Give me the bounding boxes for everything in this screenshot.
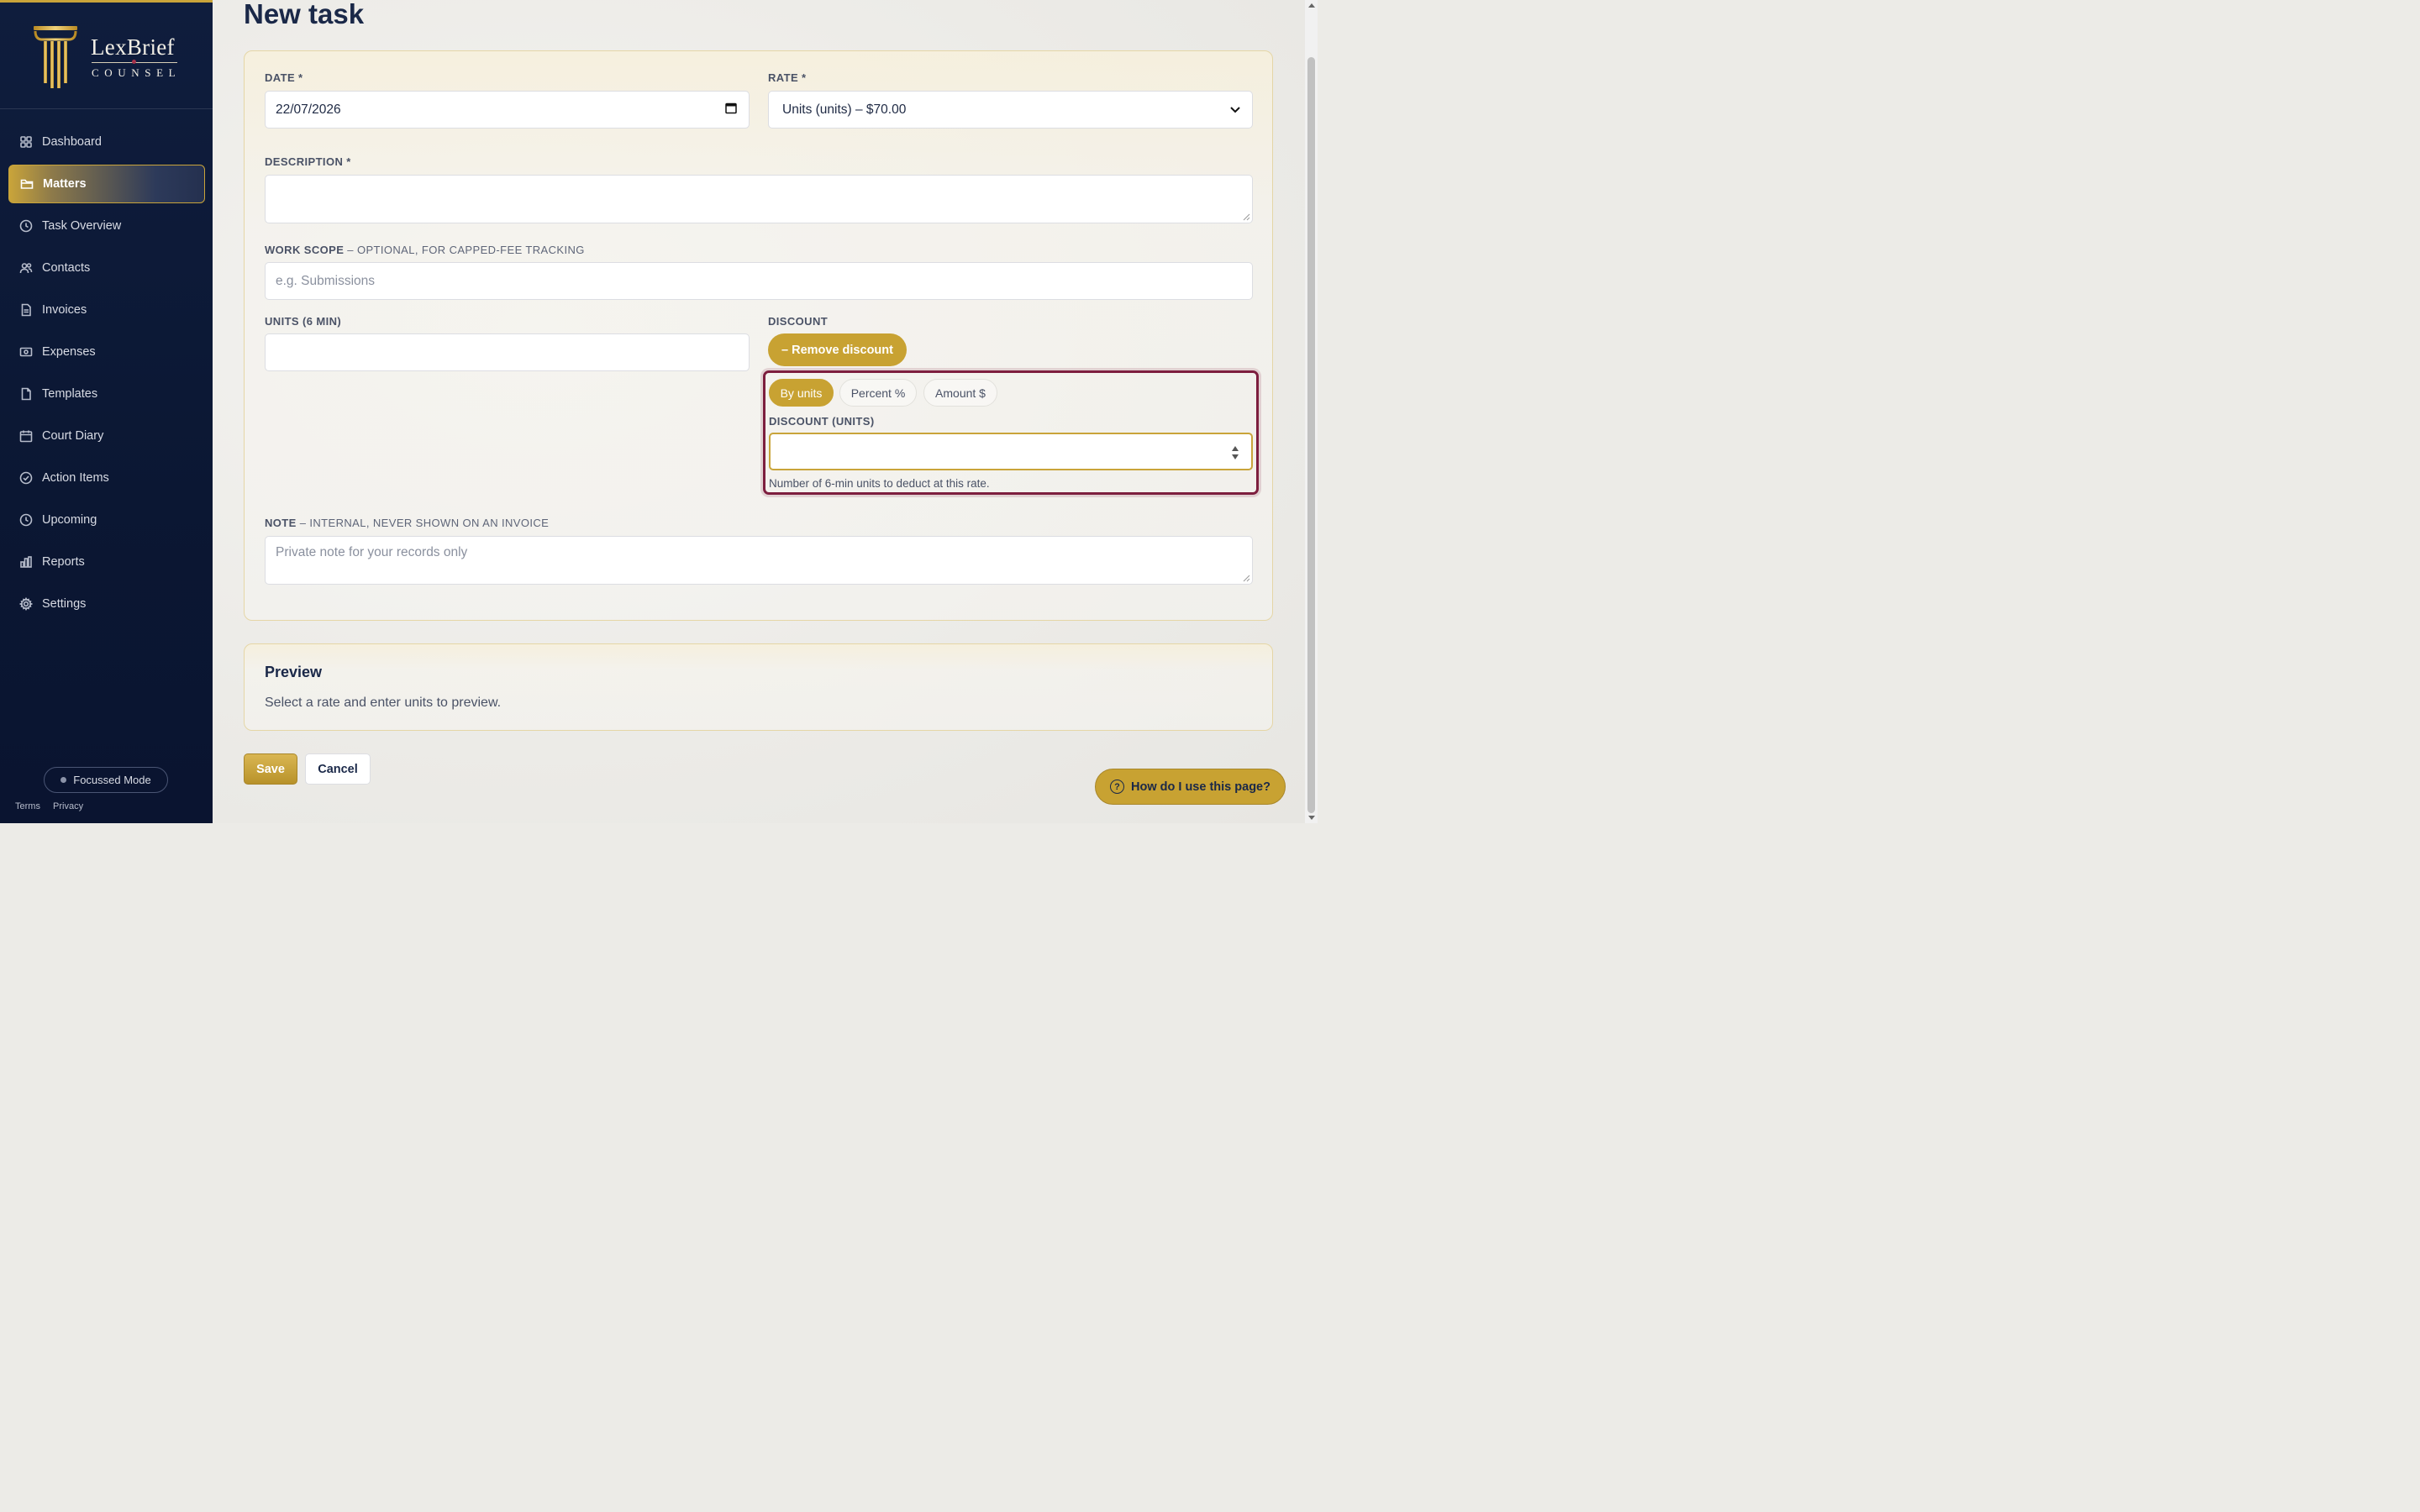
brand-subtitle: COUNSEL (92, 66, 182, 79)
brand[interactable]: LexBrief COUNSEL (0, 3, 213, 109)
pillar-logo-icon (34, 26, 77, 88)
sidebar-item-label: Task Overview (42, 219, 122, 233)
resize-handle-icon[interactable] (1243, 213, 1250, 221)
sidebar-item-settings[interactable]: Settings (8, 585, 205, 623)
sidebar-item-label: Court Diary (42, 429, 104, 443)
folder-icon (20, 177, 34, 191)
sidebar-item-templates[interactable]: Templates (8, 375, 205, 413)
save-button[interactable]: Save (244, 753, 297, 785)
sidebar-item-task-overview[interactable]: Task Overview (8, 207, 205, 245)
note-label-text: NOTE (265, 517, 297, 529)
calendar-icon (19, 429, 33, 443)
discount-help-text: Number of 6-min units to deduct at this … (769, 477, 990, 490)
remove-discount-button[interactable]: – Remove discount (768, 333, 907, 366)
clock-icon (19, 219, 33, 233)
bar-chart-icon (19, 555, 33, 569)
work-scope-placeholder: e.g. Submissions (276, 273, 376, 288)
scrollbar-thumb[interactable] (1307, 57, 1315, 813)
sidebar-item-label: Reports (42, 555, 85, 569)
chevron-down-icon (1230, 102, 1240, 118)
date-value: 22/07/2026 (276, 102, 341, 117)
work-scope-label-text: WORK SCOPE (265, 244, 345, 256)
page-title: New task (244, 0, 365, 29)
sidebar-item-court-diary[interactable]: Court Diary (8, 417, 205, 455)
preview-text: Select a rate and enter units to preview… (265, 696, 502, 710)
file-icon (19, 387, 33, 401)
date-input[interactable]: 22/07/2026 (265, 91, 750, 129)
sidebar-item-label: Matters (43, 177, 87, 191)
sidebar: LexBrief COUNSEL Dashboard Matters Task … (0, 0, 213, 823)
sidebar-nav: Dashboard Matters Task Overview Contacts… (8, 123, 205, 627)
sidebar-item-label: Dashboard (42, 135, 102, 149)
sidebar-item-label: Contacts (42, 261, 91, 275)
sidebar-item-expenses[interactable]: Expenses (8, 333, 205, 371)
sidebar-item-dashboard[interactable]: Dashboard (8, 123, 205, 161)
scroll-down-icon[interactable] (1308, 816, 1315, 820)
sidebar-item-upcoming[interactable]: Upcoming (8, 501, 205, 539)
focus-mode-button[interactable]: Focussed Mode (44, 767, 168, 793)
sidebar-item-reports[interactable]: Reports (8, 543, 205, 581)
note-placeholder: Private note for your records only (276, 545, 468, 559)
sidebar-item-label: Settings (42, 597, 87, 611)
main-content: New task DATE * 22/07/2026 RATE * Units … (213, 0, 1305, 823)
resize-handle-icon[interactable] (1243, 575, 1250, 582)
app: LexBrief COUNSEL Dashboard Matters Task … (0, 0, 1318, 823)
description-textarea[interactable] (265, 175, 1253, 223)
task-form-card: DATE * 22/07/2026 RATE * Units (units) –… (244, 50, 1273, 621)
discount-units-label: DISCOUNT (UNITS) (769, 415, 875, 428)
spinner-icon[interactable] (1231, 444, 1239, 461)
note-optional: – INTERNAL, NEVER SHOWN ON AN INVOICE (296, 517, 550, 529)
discount-mode-amount[interactable]: Amount $ (923, 379, 997, 407)
focus-mode-label: Focussed Mode (73, 774, 151, 786)
units-input[interactable] (265, 333, 750, 371)
users-icon (19, 261, 33, 275)
clock-icon (19, 513, 33, 527)
sidebar-item-label: Upcoming (42, 513, 97, 527)
footer-links: Terms Privacy (15, 801, 93, 811)
sidebar-item-label: Invoices (42, 303, 87, 317)
note-label: NOTE – INTERNAL, NEVER SHOWN ON AN INVOI… (265, 517, 549, 529)
discount-panel: By units Percent % Amount $ DISCOUNT (UN… (763, 370, 1259, 495)
rate-value: Units (units) – $70.00 (782, 102, 907, 117)
question-icon: ? (1110, 780, 1125, 794)
rate-select[interactable]: Units (units) – $70.00 (768, 91, 1253, 129)
discount-mode-percent[interactable]: Percent % (839, 379, 917, 407)
work-scope-optional: – OPTIONAL, FOR CAPPED-FEE TRACKING (344, 244, 585, 256)
sidebar-item-invoices[interactable]: Invoices (8, 291, 205, 329)
sidebar-item-contacts[interactable]: Contacts (8, 249, 205, 287)
discount-label: DISCOUNT (768, 315, 829, 328)
brand-dot (132, 60, 136, 64)
rate-label: RATE * (768, 71, 807, 84)
status-dot-icon (60, 777, 67, 783)
privacy-link[interactable]: Privacy (53, 801, 83, 811)
gear-icon (19, 597, 33, 611)
check-circle-icon (19, 471, 33, 485)
banknote-icon (19, 345, 33, 359)
sidebar-item-label: Templates (42, 387, 98, 401)
sidebar-item-label: Action Items (42, 471, 109, 485)
preview-title: Preview (265, 664, 323, 680)
brand-name: LexBrief (91, 34, 175, 60)
document-icon (19, 303, 33, 317)
calendar-icon[interactable] (725, 102, 737, 118)
preview-card: Preview Select a rate and enter units to… (244, 643, 1273, 731)
scrollbar[interactable] (1305, 0, 1318, 823)
work-scope-input[interactable]: e.g. Submissions (265, 262, 1253, 300)
cancel-button[interactable]: Cancel (305, 753, 371, 785)
date-label: DATE * (265, 71, 303, 84)
discount-units-input[interactable] (769, 433, 1253, 470)
scroll-up-icon[interactable] (1308, 3, 1315, 8)
sidebar-item-matters[interactable]: Matters (8, 165, 205, 203)
grid-icon (19, 135, 33, 149)
sidebar-item-label: Expenses (42, 345, 96, 359)
discount-mode-by-units[interactable]: By units (769, 379, 834, 407)
help-button[interactable]: ? How do I use this page? (1095, 769, 1286, 805)
work-scope-label: WORK SCOPE – OPTIONAL, FOR CAPPED-FEE TR… (265, 244, 585, 256)
description-label: DESCRIPTION * (265, 155, 351, 168)
help-label: How do I use this page? (1131, 780, 1270, 794)
terms-link[interactable]: Terms (15, 801, 40, 811)
sidebar-item-action-items[interactable]: Action Items (8, 459, 205, 497)
units-label: UNITS (6 MIN) (265, 315, 342, 328)
note-textarea[interactable]: Private note for your records only (265, 536, 1253, 585)
